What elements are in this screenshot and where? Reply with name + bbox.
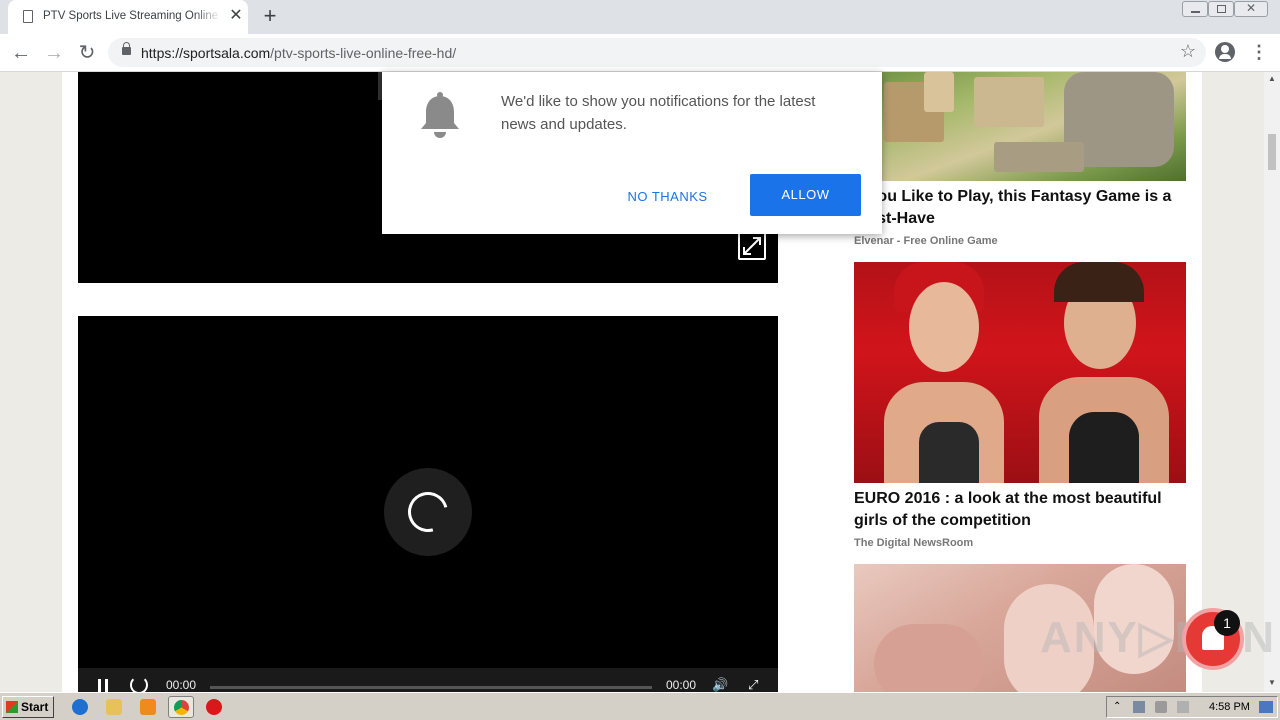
start-label: Start	[21, 700, 49, 714]
allow-button[interactable]: ALLOW	[750, 174, 861, 216]
volume-icon[interactable]: 🔊	[712, 677, 728, 692]
tab-title: PTV Sports Live Streaming Online *Free H…	[43, 10, 221, 22]
notification-count-badge: 1	[1214, 610, 1240, 636]
notification-permission-dialog: We'd like to show you notifications for …	[382, 72, 882, 234]
browser-tab-strip: PTV Sports Live Streaming Online *Free H…	[0, 0, 1280, 34]
fullscreen-icon[interactable]: ⤢	[748, 677, 758, 692]
scroll-down-arrow-icon[interactable]: ▼	[1264, 678, 1280, 687]
url-text[interactable]: https://sportsala.com/ptv-sports-live-on…	[141, 45, 456, 61]
chrome-taskbar-button[interactable]	[168, 696, 194, 718]
volume-tray-icon[interactable]	[1155, 701, 1167, 713]
ad-image-euro-2016[interactable]	[854, 262, 1186, 483]
account-icon[interactable]	[1215, 42, 1235, 62]
ad-image-fantasy-game[interactable]	[854, 72, 1186, 181]
restore-window-button[interactable]	[1208, 1, 1234, 17]
time-total: 00:00	[666, 678, 697, 692]
page-scrollbar[interactable]: ▲ ▼	[1264, 72, 1280, 692]
ad-title[interactable]: If You Like to Play, this Fantasy Game i…	[854, 186, 1186, 230]
address-bar[interactable]: https://sportsala.com/ptv-sports-live-on…	[108, 38, 1206, 67]
time-current: 00:00	[166, 678, 197, 692]
windows-taskbar: Start ⌃ 4:58 PM	[0, 692, 1280, 720]
notification-message: We'd like to show you notifications for …	[501, 93, 816, 133]
opera-icon[interactable]	[206, 699, 222, 715]
media-player-icon[interactable]	[140, 699, 156, 715]
taskbar-clock[interactable]: 4:58 PM	[1209, 701, 1250, 713]
ad-title[interactable]: EURO 2016 : a look at the most beautiful…	[854, 488, 1186, 532]
chrome-icon	[174, 700, 189, 715]
bookmark-star-icon[interactable]: ☆	[1180, 41, 1196, 62]
rewind-icon[interactable]	[130, 676, 148, 692]
no-thanks-button[interactable]: NO THANKS	[620, 185, 715, 209]
scroll-thumb[interactable]	[1268, 134, 1276, 170]
player-controls: 00:00 00:00 🔊 ⤢	[78, 668, 778, 692]
bell-icon	[421, 92, 459, 138]
pause-icon[interactable]	[98, 679, 108, 692]
windows-logo-icon	[6, 701, 18, 713]
loading-spinner	[384, 468, 472, 556]
page-icon	[23, 10, 33, 23]
show-desktop-icon[interactable]	[1259, 701, 1273, 713]
scroll-up-arrow-icon[interactable]: ▲	[1264, 74, 1280, 83]
fullscreen-icon[interactable]	[738, 232, 766, 260]
close-tab-icon[interactable]: ✕	[227, 7, 245, 25]
ad-source[interactable]: Elvenar - Free Online Game	[854, 235, 998, 247]
network-icon[interactable]	[1133, 701, 1145, 713]
forward-arrow-icon[interactable]: →	[42, 41, 66, 65]
url-host: https://sportsala.com	[141, 45, 271, 61]
spinner-arc	[400, 484, 456, 540]
ad-source[interactable]: The Digital NewsRoom	[854, 537, 973, 549]
start-button[interactable]: Start	[2, 696, 54, 718]
minimize-window-button[interactable]	[1182, 1, 1208, 17]
close-window-button[interactable]: ✕	[1234, 1, 1268, 17]
tray-expand-icon[interactable]: ⌃	[1113, 701, 1125, 713]
browser-tab[interactable]: PTV Sports Live Streaming Online *Free H…	[8, 0, 248, 34]
new-tab-icon[interactable]: +	[259, 5, 281, 28]
more-menu-icon[interactable]: ⋮	[1250, 42, 1268, 62]
back-arrow-icon[interactable]: ←	[9, 41, 33, 65]
url-path: /ptv-sports-live-online-free-hd/	[270, 45, 457, 61]
reload-icon[interactable]: ↻	[75, 41, 99, 65]
action-center-flag-icon[interactable]	[1177, 701, 1189, 713]
lock-icon[interactable]	[122, 42, 131, 55]
video-player-main[interactable]: 00:00 00:00 🔊 ⤢	[78, 316, 778, 692]
browser-toolbar: ← → ↻ https://sportsala.com/ptv-sports-l…	[0, 34, 1280, 72]
folder-icon[interactable]	[106, 699, 122, 715]
progress-bar[interactable]	[210, 686, 652, 689]
internet-explorer-icon[interactable]	[72, 699, 88, 715]
system-tray: ⌃ 4:58 PM	[1106, 696, 1278, 718]
